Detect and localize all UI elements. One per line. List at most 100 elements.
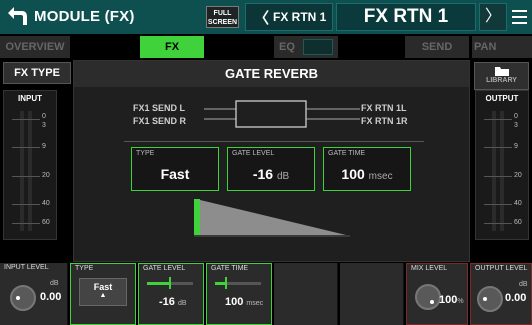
- gate-time-param-label: GATE TIME: [328, 150, 366, 157]
- tab-send[interactable]: SEND: [405, 36, 469, 58]
- input-scale-9: 9: [42, 143, 46, 150]
- mix-level-control[interactable]: MIX LEVEL 100%: [406, 263, 468, 325]
- mix-level-knob[interactable]: [415, 284, 441, 310]
- gate-level-param[interactable]: GATE LEVEL -16 dB: [227, 147, 315, 191]
- page-title: MODULE (FX): [34, 8, 135, 25]
- input-level-knob[interactable]: [10, 285, 36, 311]
- send-r-label: FX1 SEND R: [133, 116, 187, 126]
- gate-time-slider-track[interactable]: [215, 282, 261, 285]
- output-meter-title: OUTPUT: [485, 94, 519, 103]
- fullscreen-label-line1: FULL: [213, 10, 232, 17]
- routing-diagram: [204, 100, 360, 128]
- menu-icon[interactable]: [512, 10, 527, 24]
- input-scale-40: 40: [42, 200, 50, 207]
- effect-name: GATE REVERB: [74, 61, 469, 87]
- next-channel-button[interactable]: 〉: [479, 3, 507, 31]
- input-scale-20: 20: [42, 172, 50, 179]
- chevron-right-icon: 〉: [484, 8, 501, 25]
- rtn-l-label: FX RTN 1L: [361, 103, 407, 113]
- output-scale-9: 9: [514, 143, 518, 150]
- output-level-knob[interactable]: [477, 286, 503, 312]
- input-level-value: 0.00: [40, 291, 62, 303]
- input-scale-3: 3: [42, 122, 46, 129]
- tab-bar: OVERVIEW FX EQ SEND PAN: [0, 36, 532, 75]
- gate-level-control-label: GATE LEVEL: [143, 265, 186, 272]
- output-scale-40: 40: [514, 200, 522, 207]
- gate-time-control-value: 100: [225, 296, 244, 308]
- input-scale-0: 0: [42, 113, 46, 120]
- previous-channel-label: FX RTN 1: [273, 10, 327, 24]
- empty-slot-1: [274, 263, 338, 325]
- mix-level-value: 100: [439, 294, 458, 306]
- type-control[interactable]: TYPE Fast ▲: [70, 263, 136, 325]
- output-meter-bar-r: [500, 111, 504, 231]
- previous-channel-button[interactable]: 〈 FX RTN 1: [245, 3, 333, 31]
- output-level-unit: dB: [519, 281, 528, 288]
- gate-level-param-value: -16: [252, 166, 274, 182]
- input-scale-60: 60: [42, 219, 50, 226]
- output-level-label: OUTPUT LEVEL: [475, 265, 528, 272]
- send-l-label: FX1 SEND L: [133, 103, 186, 113]
- fullscreen-button[interactable]: FULL SCREEN: [206, 6, 239, 28]
- type-param-value: Fast: [160, 166, 190, 182]
- gate-level-control-unit: dB: [177, 300, 187, 307]
- mix-level-unit: %: [457, 298, 464, 305]
- folder-icon: [494, 67, 509, 76]
- gate-time-param[interactable]: GATE TIME 100 msec: [323, 147, 411, 191]
- input-meter-bar-l: [20, 111, 24, 231]
- chevron-left-icon: 〈: [254, 9, 270, 27]
- output-level-value: 0.00: [505, 292, 527, 304]
- type-param-label: TYPE: [136, 150, 155, 157]
- gate-time-control[interactable]: GATE TIME 100 msec: [206, 263, 272, 325]
- input-meter-title: INPUT: [18, 94, 42, 103]
- empty-slot-2: [340, 263, 404, 325]
- tab-eq[interactable]: EQ: [274, 36, 338, 58]
- tab-overview[interactable]: OVERVIEW: [0, 36, 70, 58]
- type-control-label: TYPE: [75, 265, 94, 272]
- input-level-label: INPUT LEVEL: [4, 264, 49, 271]
- type-param[interactable]: TYPE Fast: [131, 147, 219, 191]
- input-level-unit: dB: [50, 280, 59, 287]
- library-button[interactable]: LIBRARY: [474, 62, 529, 90]
- gate-time-param-value: 100: [341, 166, 365, 182]
- gate-level-control[interactable]: GATE LEVEL -16 dB: [138, 263, 204, 325]
- effect-panel: GATE REVERB FX1 SEND L FX1 SEND R FX RTN…: [73, 60, 470, 262]
- fx-type-button[interactable]: FX TYPE: [3, 62, 71, 84]
- gate-level-param-label: GATE LEVEL: [232, 150, 275, 157]
- gate-level-control-value: -16: [159, 296, 175, 308]
- gate-time-control-label: GATE TIME: [211, 265, 249, 272]
- gate-time-control-unit: msec: [246, 300, 264, 307]
- type-selector[interactable]: Fast ▲: [79, 278, 127, 306]
- mix-level-label: MIX LEVEL: [411, 265, 448, 272]
- tab-eq-label: EQ: [279, 41, 295, 53]
- gate-envelope-graph: [194, 197, 350, 237]
- divider: [124, 141, 424, 142]
- gate-time-slider-handle[interactable]: [225, 277, 227, 289]
- gate-level-param-unit: dB: [276, 171, 290, 182]
- header-bar: MODULE (FX) FULL SCREEN 〈 FX RTN 1 FX RT…: [0, 0, 532, 34]
- fullscreen-label-line2: SCREEN: [207, 19, 238, 26]
- eq-curve-thumbnail: [302, 39, 333, 56]
- input-level-control[interactable]: INPUT LEVEL dB 0.00: [0, 263, 68, 325]
- output-scale-20: 20: [514, 172, 522, 179]
- output-level-control[interactable]: OUTPUT LEVEL dB 0.00: [470, 263, 532, 325]
- gate-time-param-unit: msec: [368, 171, 393, 182]
- type-selector-value: Fast: [93, 282, 113, 292]
- bottom-controls: INPUT LEVEL dB 0.00 TYPE Fast ▲ GATE LEV…: [0, 263, 532, 325]
- output-scale-60: 60: [514, 219, 522, 226]
- gate-level-slider-handle[interactable]: [169, 277, 171, 289]
- output-scale-3: 3: [514, 122, 518, 129]
- output-meter-bar-l: [492, 111, 496, 231]
- input-meter: INPUT 0 3 9 20 40 60: [3, 90, 57, 240]
- back-arrow-icon[interactable]: [4, 3, 30, 29]
- input-meter-bar-r: [28, 111, 32, 231]
- tab-fx[interactable]: FX: [140, 36, 204, 58]
- triangle-up-icon: ▲: [99, 292, 107, 299]
- tab-pan-label: PAN: [474, 41, 497, 53]
- library-label: LIBRARY: [486, 77, 517, 84]
- rtn-r-label: FX RTN 1R: [361, 116, 408, 126]
- output-meter: OUTPUT 0 3 9 20 40 60: [475, 90, 529, 240]
- output-scale-0: 0: [514, 113, 518, 120]
- tab-pan[interactable]: PAN: [472, 36, 532, 75]
- current-channel-name: FX RTN 1: [336, 3, 476, 31]
